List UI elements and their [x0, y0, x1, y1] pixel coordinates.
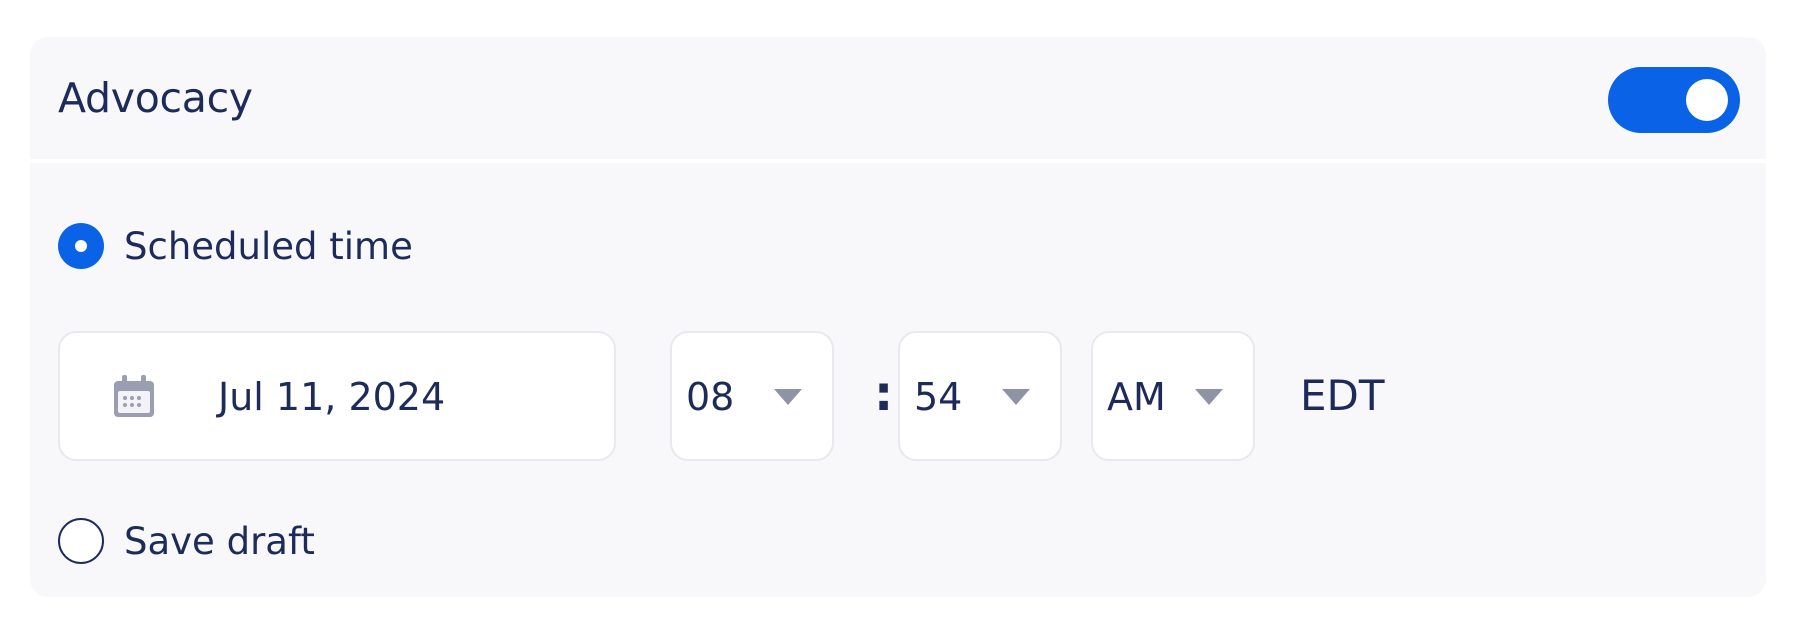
toggle-knob: [1686, 79, 1728, 121]
chevron-down-icon: [1002, 389, 1030, 405]
card-header: Advocacy: [30, 37, 1766, 163]
calendar-icon: [114, 375, 154, 417]
scheduled-time-option[interactable]: Scheduled time: [58, 223, 413, 269]
advocacy-toggle[interactable]: [1608, 67, 1740, 133]
hour-select[interactable]: 08: [670, 331, 834, 461]
scheduled-time-radio[interactable]: [58, 223, 104, 269]
save-draft-label: Save draft: [124, 519, 315, 563]
date-picker[interactable]: Jul 11, 2024: [58, 331, 616, 461]
section-title: Advocacy: [58, 74, 253, 122]
date-value: Jul 11, 2024: [218, 375, 446, 419]
am-pm-value: AM: [1107, 375, 1166, 419]
save-draft-option[interactable]: Save draft: [58, 518, 315, 564]
hour-value: 08: [686, 375, 735, 419]
chevron-down-icon: [774, 389, 802, 405]
minute-select[interactable]: 54: [898, 331, 1062, 461]
minute-value: 54: [914, 375, 963, 419]
time-separator: :: [874, 366, 894, 422]
am-pm-select[interactable]: AM: [1091, 331, 1255, 461]
timezone-label: EDT: [1300, 371, 1385, 420]
scheduled-time-label: Scheduled time: [124, 224, 413, 268]
advocacy-card: Advocacy Scheduled time Jul 11, 2024 08 …: [30, 37, 1766, 597]
save-draft-radio[interactable]: [58, 518, 104, 564]
chevron-down-icon: [1195, 389, 1223, 405]
